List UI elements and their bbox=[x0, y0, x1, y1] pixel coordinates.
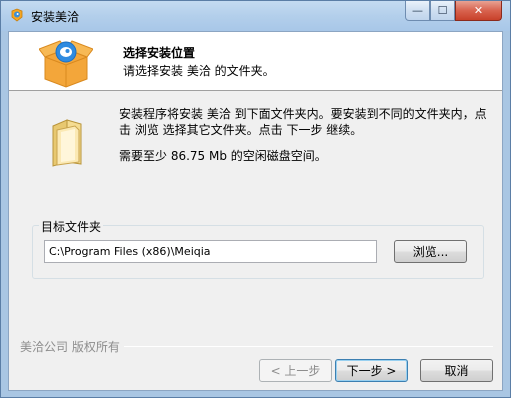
close-icon: ✕ bbox=[473, 4, 484, 17]
minimize-button[interactable]: — bbox=[405, 1, 430, 21]
maximize-button[interactable]: ☐ bbox=[430, 1, 455, 21]
brand-text: 美洽公司 版权所有 bbox=[20, 338, 124, 355]
install-box-icon bbox=[39, 40, 93, 88]
title-bar[interactable]: 安装美洽 — ☐ ✕ bbox=[1, 1, 510, 31]
browse-button[interactable]: 浏览... bbox=[394, 240, 467, 263]
page-title: 选择安装位置 bbox=[123, 46, 196, 60]
minimize-icon: — bbox=[412, 4, 423, 17]
description-text: 安装程序将安装 美洽 到下面文件夹内。要安装到不同的文件夹内，点击 浏览 选择其… bbox=[119, 107, 487, 137]
header-panel: 选择安装位置 请选择安装 美洽 的文件夹。 bbox=[9, 32, 502, 91]
maximize-icon: ☐ bbox=[437, 4, 448, 17]
cancel-button[interactable]: 取消 bbox=[420, 359, 493, 382]
destination-path-input[interactable] bbox=[44, 240, 377, 263]
meiqia-app-icon bbox=[11, 8, 23, 22]
folder-icon bbox=[52, 119, 82, 167]
dialog-client: 选择安装位置 请选择安装 美洽 的文件夹。 安装程序将安装 美洽 到下面文件夹内… bbox=[8, 31, 503, 391]
footer-divider bbox=[124, 346, 493, 347]
window-title: 安装美洽 bbox=[31, 10, 80, 24]
destination-label: 目标文件夹 bbox=[39, 218, 104, 235]
next-button[interactable]: 下一步 > bbox=[335, 359, 408, 382]
close-button[interactable]: ✕ bbox=[455, 1, 502, 21]
page-subtitle: 请选择安装 美洽 的文件夹。 bbox=[123, 64, 275, 78]
space-required-text: 需要至少 86.75 Mb 的空闲磁盘空间。 bbox=[119, 149, 327, 163]
back-button[interactable]: < 上一步 bbox=[259, 359, 332, 382]
installer-window: 安装美洽 — ☐ ✕ 选择安装位置 请选择安装 美洽 的文件夹。 安装程序将安装… bbox=[0, 0, 511, 398]
